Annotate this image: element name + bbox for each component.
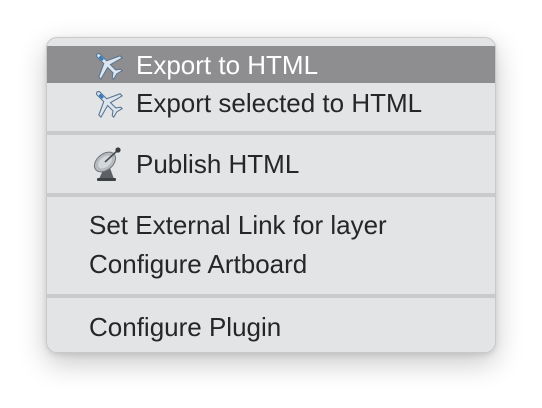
menu-item-export-selected-to-html[interactable]: Export selected to HTML [47,84,495,122]
menu-item-set-external-link[interactable]: Set External Link for layer [47,206,495,244]
context-menu: Export to HTML Export selected to HTML P… [46,37,496,353]
menu-item-configure-artboard[interactable]: Configure Artboard [47,245,495,283]
airplane-icon [89,86,127,120]
menu-item-label: Set External Link for layer [89,210,387,240]
menu-item-label: Export to HTML [136,49,319,80]
menu-separator [47,294,495,298]
menu-item-label: Publish HTML [136,149,300,179]
menu-item-label: Configure Artboard [89,249,308,279]
menu-item-configure-plugin[interactable]: Configure Plugin [47,308,495,346]
menu-item-label: Configure Plugin [89,312,282,342]
airplane-icon [89,48,127,82]
menu-item-label: Export selected to HTML [136,88,423,118]
menu-separator [47,131,495,135]
menu-item-export-to-html[interactable]: Export to HTML [47,46,495,83]
menu-separator [47,193,495,197]
satellite-dish-icon [89,147,127,181]
menu-item-publish-html[interactable]: Publish HTML [47,144,495,184]
